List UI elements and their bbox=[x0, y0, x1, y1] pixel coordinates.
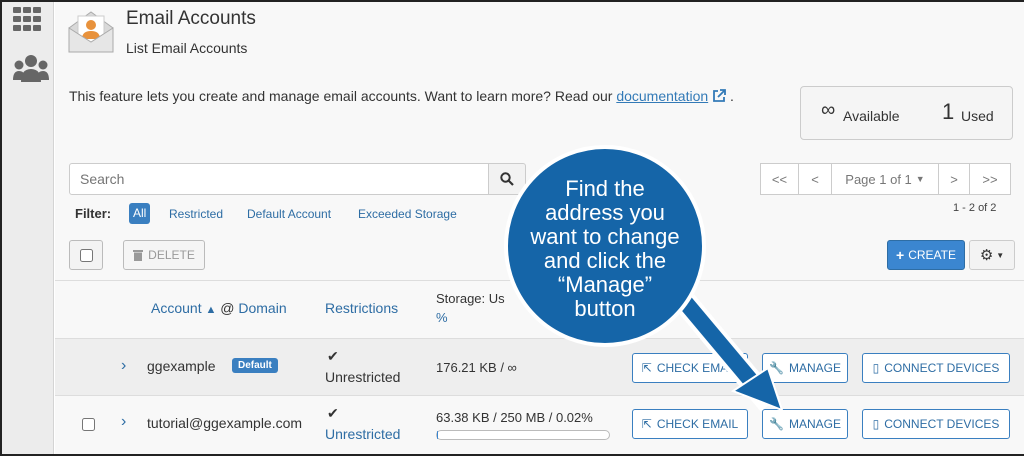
column-account-domain[interactable]: Account ▲ @ Domain bbox=[151, 300, 287, 316]
storage-progress-bar bbox=[436, 430, 610, 440]
mobile-icon: ▯ bbox=[872, 417, 880, 431]
apps-grid-icon[interactable] bbox=[13, 7, 43, 33]
column-account[interactable]: Account bbox=[151, 300, 202, 316]
connect-devices-label: CONNECT DEVICES bbox=[884, 417, 1000, 431]
callout-line: address you bbox=[545, 200, 665, 225]
expand-chevron-icon[interactable]: › bbox=[121, 357, 126, 375]
callout-line: “Manage” bbox=[557, 272, 653, 297]
account-name: tutorial@ggexample.com bbox=[147, 415, 303, 431]
caret-down-icon: ▼ bbox=[996, 250, 1005, 260]
documentation-link[interactable]: documentation bbox=[616, 88, 708, 104]
pagination-range: 1 - 2 of 2 bbox=[953, 202, 997, 214]
column-storage-percent[interactable]: % bbox=[436, 310, 448, 325]
select-all-container[interactable] bbox=[69, 240, 103, 270]
expand-chevron-icon[interactable]: › bbox=[121, 413, 126, 431]
create-label: CREATE bbox=[908, 248, 956, 262]
filter-exceeded-storage[interactable]: Exceeded Storage bbox=[358, 207, 457, 221]
column-at: @ bbox=[220, 300, 235, 316]
callout-text: Find the address you want to change and … bbox=[505, 177, 705, 321]
column-domain[interactable]: Domain bbox=[238, 300, 286, 316]
callout-line: Find the bbox=[565, 176, 645, 201]
feature-description: This feature lets you create and manage … bbox=[69, 88, 734, 104]
mobile-icon: ▯ bbox=[872, 361, 880, 375]
account-name: ggexample bbox=[147, 358, 216, 374]
account-stats-box: ∞ Available 1 Used bbox=[800, 86, 1013, 140]
description-suffix: . bbox=[729, 88, 734, 104]
plus-icon: + bbox=[896, 247, 905, 263]
delete-button[interactable]: DELETE bbox=[123, 240, 205, 270]
filter-all[interactable]: All bbox=[129, 203, 151, 224]
pagination-last[interactable]: >> bbox=[969, 163, 1011, 195]
restriction-status[interactable]: Unrestricted bbox=[325, 426, 400, 442]
email-accounts-icon bbox=[68, 11, 114, 53]
callout-line: button bbox=[574, 296, 636, 321]
main-panel: Email Accounts List Email Accounts This … bbox=[55, 2, 1024, 454]
external-link-icon[interactable] bbox=[712, 89, 726, 103]
wrench-icon: 🔧 bbox=[769, 417, 784, 431]
trash-icon bbox=[133, 250, 144, 261]
check-email-label: CHECK EMAIL bbox=[656, 417, 739, 431]
page-subtitle: List Email Accounts bbox=[126, 40, 248, 56]
users-group-icon[interactable] bbox=[13, 54, 49, 82]
description-text: This feature lets you create and manage … bbox=[69, 88, 613, 104]
callout-line: and click the bbox=[543, 248, 667, 273]
sort-asc-icon[interactable]: ▲ bbox=[205, 304, 216, 316]
pagination-page-label: Page 1 of 1 bbox=[845, 171, 912, 187]
connect-devices-button[interactable]: ▯ CONNECT DEVICES bbox=[862, 409, 1010, 439]
callout-line: want to change bbox=[530, 224, 680, 249]
filter-restricted[interactable]: Restricted bbox=[169, 207, 223, 221]
checkmark-icon: ✔ bbox=[327, 405, 339, 421]
storage-progress-fill bbox=[437, 431, 439, 439]
select-all-checkbox[interactable] bbox=[79, 248, 93, 262]
pagination-page-select[interactable]: Page 1 of 1 ▼ bbox=[831, 163, 939, 195]
manage-label: MANAGE bbox=[788, 361, 841, 375]
available-value: ∞ bbox=[821, 99, 836, 121]
filter-label: Filter: bbox=[75, 206, 112, 221]
search-input[interactable] bbox=[69, 163, 489, 195]
connect-devices-button[interactable]: ▯ CONNECT DEVICES bbox=[862, 353, 1010, 383]
create-button[interactable]: + CREATE bbox=[887, 240, 965, 270]
external-link-icon: ⇱ bbox=[641, 417, 652, 431]
pagination-next[interactable]: > bbox=[938, 163, 970, 195]
row-select-checkbox[interactable] bbox=[82, 418, 95, 431]
used-label: Used bbox=[961, 108, 994, 124]
filter-default-account[interactable]: Default Account bbox=[247, 207, 331, 221]
delete-label: DELETE bbox=[148, 248, 195, 262]
app-window: Email Accounts List Email Accounts This … bbox=[0, 0, 1024, 456]
restriction-status: Unrestricted bbox=[325, 369, 401, 385]
used-value: 1 bbox=[942, 99, 955, 124]
pagination-prev[interactable]: < bbox=[798, 163, 832, 195]
gear-icon: ⚙ bbox=[979, 247, 994, 264]
manage-label: MANAGE bbox=[788, 417, 841, 431]
column-restrictions[interactable]: Restrictions bbox=[325, 300, 398, 316]
connect-devices-label: CONNECT DEVICES bbox=[884, 361, 1000, 375]
settings-dropdown[interactable]: ⚙ ▼ bbox=[969, 240, 1015, 270]
sidebar bbox=[2, 2, 54, 454]
default-badge: Default bbox=[232, 358, 278, 373]
checkmark-icon: ✔ bbox=[327, 348, 339, 364]
available-label: Available bbox=[843, 108, 900, 124]
caret-down-icon: ▼ bbox=[915, 174, 925, 184]
page-title: Email Accounts bbox=[126, 8, 256, 29]
